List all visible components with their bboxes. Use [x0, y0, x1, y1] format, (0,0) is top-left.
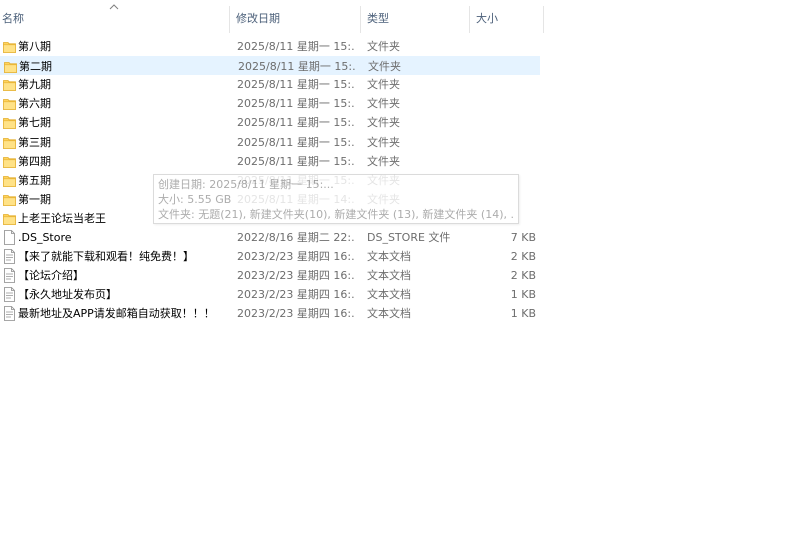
file-size: 1 KB	[510, 307, 536, 321]
file-size: 7 KB	[510, 231, 536, 244]
folder-row[interactable]: 第二期 2025/8/11 星期一 15:... 文件夹	[0, 56, 540, 76]
file-type: 文本文档	[367, 307, 411, 321]
file-size	[470, 94, 536, 113]
file-size: 2 KB	[510, 250, 536, 264]
file-date: 2022/8/16 星期二 22:...	[237, 231, 355, 244]
file-type: 文件夹	[367, 78, 400, 92]
file-date: 2025/8/11 星期一 15:...	[238, 60, 356, 74]
folder-icon	[3, 77, 16, 92]
tooltip-contents: 文件夹: 无题(21), 新建文件夹(10), 新建文件夹 (13), 新建文件…	[158, 208, 514, 221]
file-type: 文件夹	[367, 116, 400, 130]
file-name: 【永久地址发布页】	[18, 288, 117, 302]
file-row[interactable]: 最新地址及APP请发邮箱自动获取！！！ 2023/2/23 星期四 16:... 文…	[0, 304, 540, 323]
file-row[interactable]: 【论坛介绍】 2023/2/23 星期四 16:... 文本文档 2 KB	[0, 266, 540, 285]
file-name: 第九期	[18, 78, 51, 92]
file-type: 文件夹	[367, 135, 400, 149]
folder-row[interactable]: 第九期 2025/8/11 星期一 15:... 文件夹	[0, 75, 540, 94]
text-document-icon	[3, 287, 16, 303]
folder-icon	[3, 115, 16, 130]
text-document-icon	[3, 249, 16, 264]
file-size	[470, 152, 536, 171]
file-row[interactable]: 【来了就能下载和观看！纯免费！】 2023/2/23 星期四 16:... 文本文档…	[0, 247, 540, 266]
file-date: 2023/2/23 星期四 16:...	[237, 288, 355, 302]
blank-file-icon	[3, 230, 16, 245]
column-header-date[interactable]: 修改日期	[234, 0, 361, 33]
folder-info-tooltip: 创建日期: 2025/8/11 星期一 15:... 大小: 5.55 GB 文…	[153, 174, 519, 224]
file-date: 2023/2/23 星期四 16:...	[237, 307, 355, 321]
file-row[interactable]: 【永久地址发布页】 2023/2/23 星期四 16:... 文本文档 1 KB	[0, 285, 540, 304]
folder-icon	[3, 211, 16, 226]
column-header-name[interactable]: 名称	[0, 0, 230, 33]
text-document-icon	[3, 306, 16, 322]
file-size: 1 KB	[510, 288, 536, 302]
folder-icon	[3, 96, 16, 111]
file-size	[470, 113, 536, 132]
file-size	[470, 133, 536, 152]
file-name: 第八期	[18, 40, 51, 53]
folder-row[interactable]: 第七期 2025/8/11 星期一 15:... 文件夹	[0, 113, 540, 132]
file-size	[470, 37, 536, 56]
file-name: 第三期	[18, 135, 51, 149]
file-type: 文件夹	[367, 40, 400, 53]
folder-icon	[3, 135, 16, 150]
file-size	[470, 75, 536, 94]
folder-row[interactable]: 第八期 2025/8/11 星期一 15:... 文件夹	[0, 37, 540, 56]
file-date: 2025/8/11 星期一 15:...	[237, 154, 355, 168]
file-date: 2025/8/11 星期一 15:...	[237, 78, 355, 92]
file-date: 2025/8/11 星期一 15:...	[237, 135, 355, 149]
column-header-bar: 名称 修改日期 类型 大小	[0, 0, 545, 33]
file-date: 2023/2/23 星期四 16:...	[237, 269, 355, 283]
file-name: 【来了就能下载和观看！纯免费！】	[18, 250, 194, 264]
file-name: 第二期	[19, 60, 52, 74]
file-name: 第四期	[18, 154, 51, 168]
file-size: 2 KB	[510, 269, 536, 283]
folder-row[interactable]: 第六期 2025/8/11 星期一 15:... 文件夹	[0, 94, 540, 113]
file-name: .DS_Store	[18, 231, 72, 244]
file-row[interactable]: .DS_Store 2022/8/16 星期二 22:... DS_STORE 文件…	[0, 228, 540, 247]
file-name: 第七期	[18, 116, 51, 130]
folder-row[interactable]: 第三期 2025/8/11 星期一 15:... 文件夹	[0, 133, 540, 152]
tooltip-created: 创建日期: 2025/8/11 星期一 15:...	[158, 178, 334, 191]
text-document-icon	[3, 268, 16, 284]
file-size	[471, 57, 537, 76]
folder-icon	[3, 173, 16, 188]
folder-row[interactable]: 第四期 2025/8/11 星期一 15:... 文件夹	[0, 152, 540, 171]
file-type: 文件夹	[367, 154, 400, 168]
folder-icon	[3, 154, 16, 169]
folder-icon	[4, 59, 17, 74]
file-type: 文件夹	[368, 60, 401, 74]
tooltip-size: 大小: 5.55 GB	[158, 193, 232, 206]
column-header-type[interactable]: 类型	[365, 0, 470, 33]
folder-icon	[3, 192, 16, 207]
file-type: DS_STORE 文件	[367, 231, 451, 244]
folder-icon	[3, 39, 16, 54]
file-name: 【论坛介绍】	[18, 269, 84, 283]
file-type: 文本文档	[367, 250, 411, 264]
file-date: 2023/2/23 星期四 16:...	[237, 250, 355, 264]
file-date: 2025/8/11 星期一 15:...	[237, 97, 355, 111]
file-type: 文件夹	[367, 97, 400, 111]
file-name: 第六期	[18, 97, 51, 111]
file-type: 文本文档	[367, 269, 411, 283]
file-date: 2025/8/11 星期一 15:...	[237, 116, 355, 130]
file-name: 最新地址及APP请发邮箱自动获取！！！	[18, 307, 215, 321]
file-date: 2025/8/11 星期一 15:...	[237, 40, 355, 53]
file-type: 文本文档	[367, 288, 411, 302]
column-header-size[interactable]: 大小	[474, 0, 544, 33]
